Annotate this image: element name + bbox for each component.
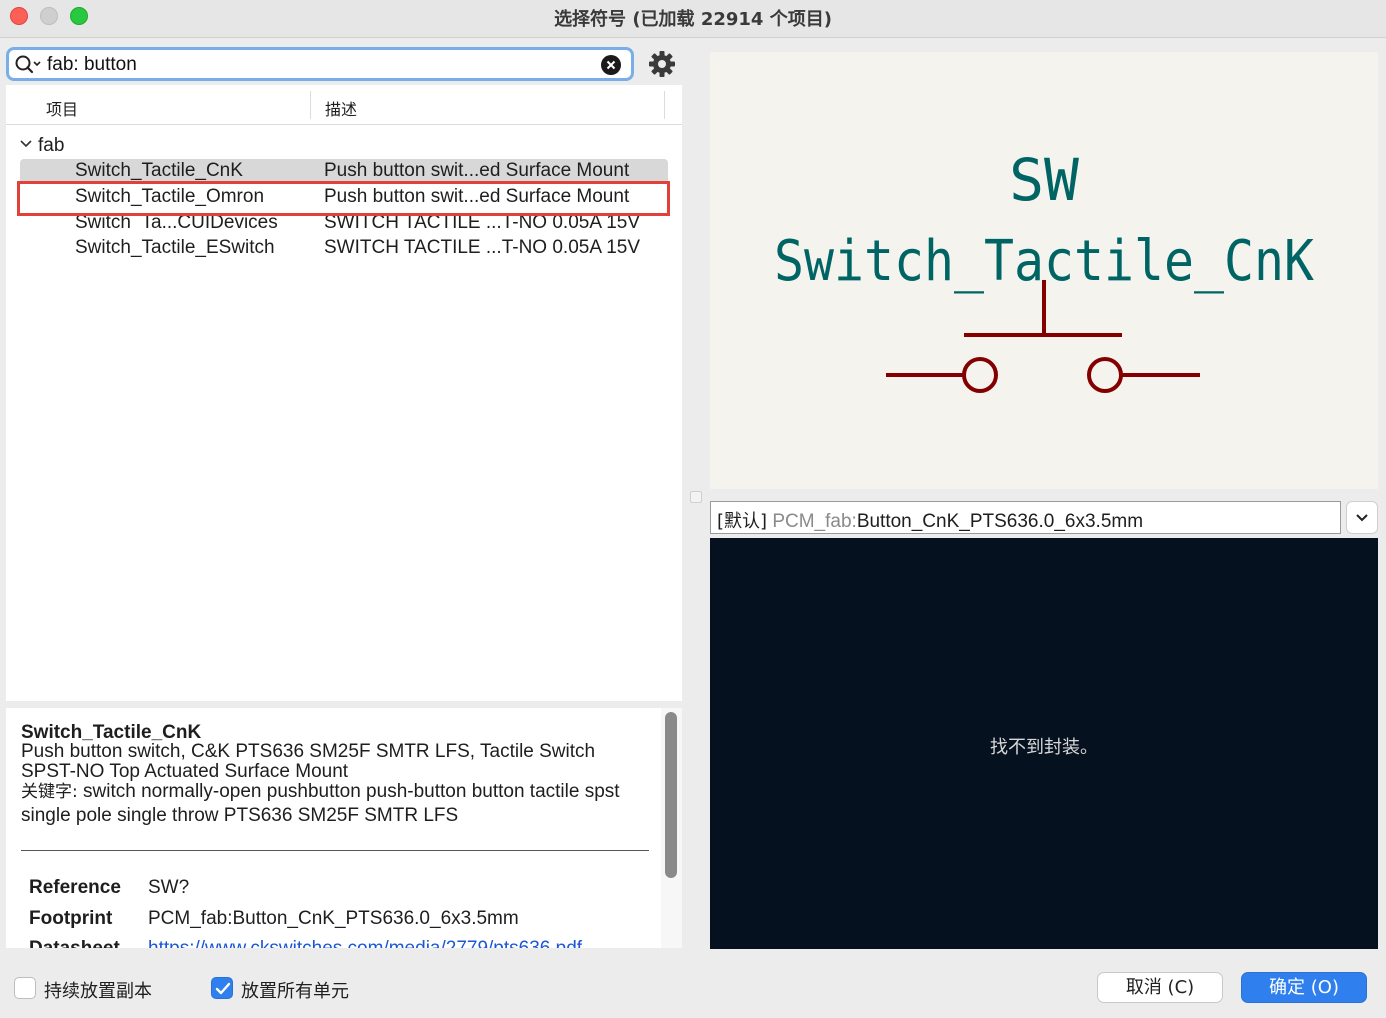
symbol-canvas: SW Switch_Tactile_CnK	[774, 146, 1314, 393]
details-divider	[21, 850, 649, 851]
tree-header: 项目 描述	[6, 85, 682, 125]
details-scrollbar-thumb[interactable]	[665, 712, 677, 878]
footprint-select[interactable]: [默认] PCM_fab:Button_CnK_PTS636.0_6x3.5mm	[710, 501, 1341, 534]
reference-value: SW?	[148, 877, 190, 898]
ok-button[interactable]: 确定 (O)	[1241, 972, 1367, 1003]
footprint-preview: 找不到封装。	[710, 538, 1378, 949]
title-bar: 选择符号 (已加载 22914 个项目)	[0, 0, 1386, 38]
switch-symbol-graphic	[886, 280, 1200, 393]
column-divider[interactable]	[310, 91, 311, 119]
tree-row[interactable]: Switch_Tactile_ESwitch SWITCH TACTILE ..…	[20, 236, 668, 261]
checkmark-icon	[215, 982, 231, 995]
footprint-library: PCM_fab:	[772, 511, 857, 532]
chevron-down-icon[interactable]	[1347, 502, 1379, 535]
reference-label: Reference	[29, 877, 121, 898]
details-description: Push button switch, C&K PTS636 SM25F SMT…	[21, 741, 596, 782]
keep-placing-label[interactable]: 持续放置副本	[44, 977, 152, 1003]
highlight-annotation-box	[17, 181, 670, 216]
symbol-tree: 项目 描述 fab Switch_Tactile_CnK Push button…	[6, 85, 682, 701]
datasheet-label: Datasheet	[29, 938, 120, 948]
footprint-not-found-message: 找不到封装。	[990, 737, 1098, 758]
footprint-dropdown-button[interactable]	[1346, 501, 1378, 534]
symbol-preview: SW Switch_Tactile_CnK	[710, 52, 1378, 489]
search-input[interactable]	[47, 53, 587, 77]
place-all-units-label[interactable]: 放置所有单元	[241, 977, 349, 1003]
keep-placing-checkbox[interactable]	[14, 977, 36, 999]
column-header-description[interactable]: 描述	[325, 96, 357, 120]
search-box[interactable]	[6, 47, 634, 81]
row-name: Switch_Tactile_ESwitch	[75, 237, 275, 258]
group-label: fab	[38, 135, 65, 156]
symbol-reference-text: SW	[1009, 146, 1079, 214]
details-keywords: 关键字: switch normally-open pushbutton pus…	[21, 780, 641, 827]
tree-group-fab[interactable]: fab	[20, 135, 64, 157]
row-description: Push button swit...ed Surface Mount	[324, 160, 630, 181]
column-header-item[interactable]: 项目	[46, 96, 78, 120]
row-description: SWITCH TACTILE ...T-NO 0.05A 15V	[324, 237, 641, 258]
keywords-label: 关键字:	[21, 782, 78, 802]
symbol-details-panel: Switch_Tactile_CnK Push button switch, C…	[6, 708, 661, 948]
gear-icon[interactable]	[646, 48, 678, 80]
chevron-down-icon[interactable]	[20, 138, 32, 150]
clear-search-icon[interactable]	[601, 55, 621, 75]
search-icon[interactable]	[14, 54, 44, 76]
place-all-units-checkbox[interactable]	[211, 977, 233, 999]
panel-splitter-handle[interactable]	[690, 491, 702, 503]
footprint-select-value: [默认] PCM_fab:Button_CnK_PTS636.0_6x3.5mm	[717, 507, 1143, 533]
footprint-value: PCM_fab:Button_CnK_PTS636.0_6x3.5mm	[148, 908, 519, 929]
row-name: Switch_Tactile_CnK	[75, 160, 243, 181]
footprint-name: Button_CnK_PTS636.0_6x3.5mm	[856, 511, 1144, 532]
footprint-default-prefix: [默认]	[717, 511, 768, 532]
keywords-value: switch normally-open pushbutton push-but…	[21, 781, 620, 826]
footprint-label: Footprint	[29, 908, 113, 929]
column-divider[interactable]	[664, 91, 665, 119]
datasheet-link[interactable]: https://www.ckswitches.com/media/2779/pt…	[148, 938, 582, 948]
window-title: 选择符号 (已加载 22914 个项目)	[554, 9, 832, 30]
cancel-button[interactable]: 取消 (C)	[1097, 972, 1223, 1003]
